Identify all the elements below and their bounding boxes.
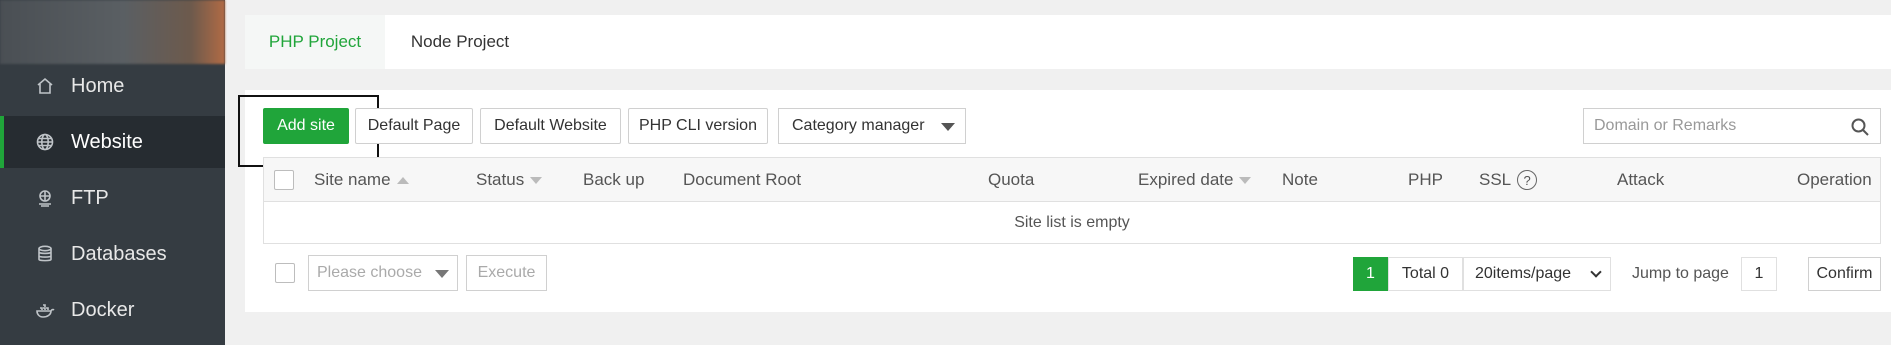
pagination-current-page[interactable]: 1 [1353, 257, 1388, 291]
execute-button[interactable]: Execute [466, 255, 547, 291]
page-size-select[interactable]: 20items/page [1463, 257, 1611, 291]
docker-icon [33, 298, 57, 322]
sidebar-item-website[interactable]: Website [0, 116, 225, 168]
pagination-total: Total 0 [1388, 257, 1463, 291]
sidebar-item-label: Website [71, 130, 143, 153]
logo [0, 0, 225, 64]
column-label: Status [476, 170, 525, 189]
add-site-button[interactable]: Add site [263, 108, 349, 144]
project-tabs: PHP Project Node Project [245, 15, 1891, 69]
sidebar-item-docker[interactable]: Docker [0, 284, 225, 336]
sidebar-item-label: Databases [71, 242, 167, 265]
sort-desc-icon [1239, 176, 1252, 184]
column-ssl: SSL? [1479, 158, 1538, 202]
jump-page-input[interactable]: 1 [1741, 257, 1777, 291]
column-note: Note [1282, 170, 1318, 189]
caret-down-icon [941, 123, 955, 131]
sidebar: Home Website FTP Databases Docker [0, 0, 225, 345]
default-website-button[interactable]: Default Website [480, 108, 621, 144]
batch-action-select[interactable]: Please choose [308, 255, 458, 291]
column-quota: Quota [988, 170, 1035, 189]
column-site-name[interactable]: Site name [314, 158, 409, 202]
page-size-label: 20items/page [1475, 265, 1572, 282]
site-table: Site name Status Back up Document Root Q… [263, 157, 1881, 244]
sort-desc-icon [530, 176, 543, 184]
category-manager-select[interactable]: Category manager [778, 108, 966, 144]
table-header: Site name Status Back up Document Root Q… [264, 158, 1880, 202]
empty-state: Site list is empty [1014, 214, 1130, 231]
sidebar-item-label: Home [71, 74, 125, 97]
search-box [1583, 108, 1881, 144]
jump-to-page-label: Jump to page [1632, 265, 1729, 282]
select-all-checkbox[interactable] [274, 170, 294, 190]
column-label: Site name [314, 170, 391, 189]
chevron-down-icon [1590, 266, 1602, 278]
tab-node-project[interactable]: Node Project [385, 15, 535, 69]
column-operation: Operation [1797, 170, 1872, 189]
sidebar-item-home[interactable]: Home [0, 60, 225, 112]
confirm-button[interactable]: Confirm [1808, 257, 1881, 291]
search-icon[interactable] [1850, 117, 1870, 137]
sidebar-item-ftp[interactable]: FTP [0, 172, 225, 224]
sidebar-item-label: FTP [71, 186, 109, 209]
column-back-up: Back up [583, 170, 645, 189]
help-icon[interactable]: ? [1517, 170, 1538, 190]
sidebar-item-databases[interactable]: Databases [0, 228, 225, 280]
caret-down-icon [435, 270, 449, 278]
home-icon [33, 74, 57, 98]
column-expired-date[interactable]: Expired date [1138, 158, 1252, 202]
column-php: PHP [1408, 170, 1443, 189]
search-input[interactable] [1584, 109, 1834, 143]
category-manager-label: Category manager [792, 117, 925, 134]
column-label: Expired date [1138, 170, 1234, 189]
php-cli-version-button[interactable]: PHP CLI version [628, 108, 768, 144]
sidebar-item-label: Docker [71, 298, 135, 321]
default-page-button[interactable]: Default Page [355, 108, 473, 144]
column-label: SSL [1479, 170, 1512, 189]
tab-php-project[interactable]: PHP Project [245, 15, 385, 69]
column-status[interactable]: Status [476, 158, 543, 202]
batch-action-placeholder: Please choose [317, 264, 422, 281]
column-document-root: Document Root [683, 170, 802, 189]
database-icon [33, 242, 57, 266]
sort-asc-icon [396, 176, 409, 184]
ftp-icon [33, 186, 57, 210]
globe-icon [33, 130, 57, 154]
column-attack: Attack [1617, 170, 1665, 189]
batch-select-checkbox[interactable] [275, 263, 295, 283]
